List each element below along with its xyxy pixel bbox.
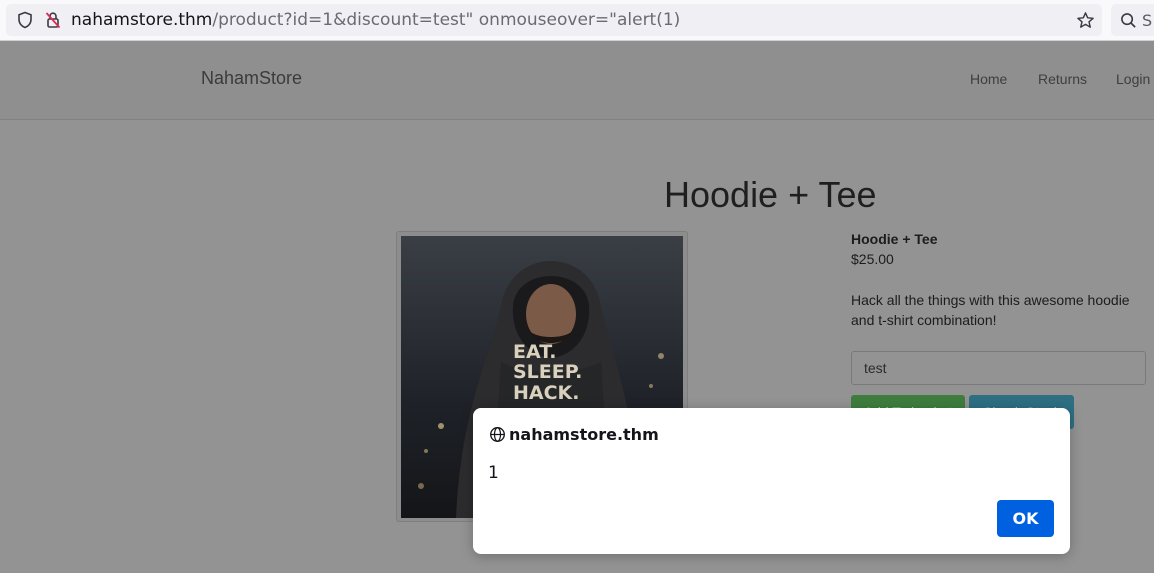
address-bar[interactable]: nahamstore.thm/product?id=1&discount=tes… xyxy=(6,4,1102,36)
dialog-origin: nahamstore.thm xyxy=(509,425,659,444)
search-icon xyxy=(1121,13,1136,28)
shield-icon[interactable] xyxy=(16,11,34,29)
shirt-text-3: HACK. xyxy=(513,382,580,404)
alert-dialog: nahamstore.thm 1 OK xyxy=(473,408,1070,554)
site-brand[interactable]: NahamStore xyxy=(201,68,302,89)
globe-icon xyxy=(490,427,505,442)
nav-home[interactable]: Home xyxy=(970,71,1007,87)
nav-returns[interactable]: Returns xyxy=(1038,71,1087,87)
product-price: $25.00 xyxy=(851,251,894,267)
discount-input[interactable] xyxy=(851,351,1146,385)
search-box[interactable]: S xyxy=(1111,4,1154,36)
site-navbar: NahamStore Home Returns Login xyxy=(0,41,1154,120)
insecure-lock-icon[interactable] xyxy=(44,11,62,29)
page-title: Hoodie + Tee xyxy=(664,174,877,215)
shirt-text-1: EAT. xyxy=(513,341,557,363)
search-placeholder: S xyxy=(1142,11,1153,30)
shirt-text-2: SLEEP. xyxy=(513,361,582,383)
dialog-message: 1 xyxy=(488,463,499,483)
browser-toolbar: nahamstore.thm/product?id=1&discount=tes… xyxy=(0,0,1154,41)
ok-button[interactable]: OK xyxy=(997,500,1054,537)
product-description: Hack all the things with this awesome ho… xyxy=(851,292,1130,328)
url-text[interactable]: nahamstore.thm/product?id=1&discount=tes… xyxy=(71,10,680,30)
product-name: Hoodie + Tee xyxy=(851,231,938,247)
bookmark-star-icon[interactable] xyxy=(1076,11,1095,30)
url-path: /product?id=1&discount=test" onmouseover… xyxy=(212,10,681,30)
nav-login[interactable]: Login xyxy=(1116,71,1150,87)
url-host: nahamstore.thm xyxy=(71,10,213,30)
